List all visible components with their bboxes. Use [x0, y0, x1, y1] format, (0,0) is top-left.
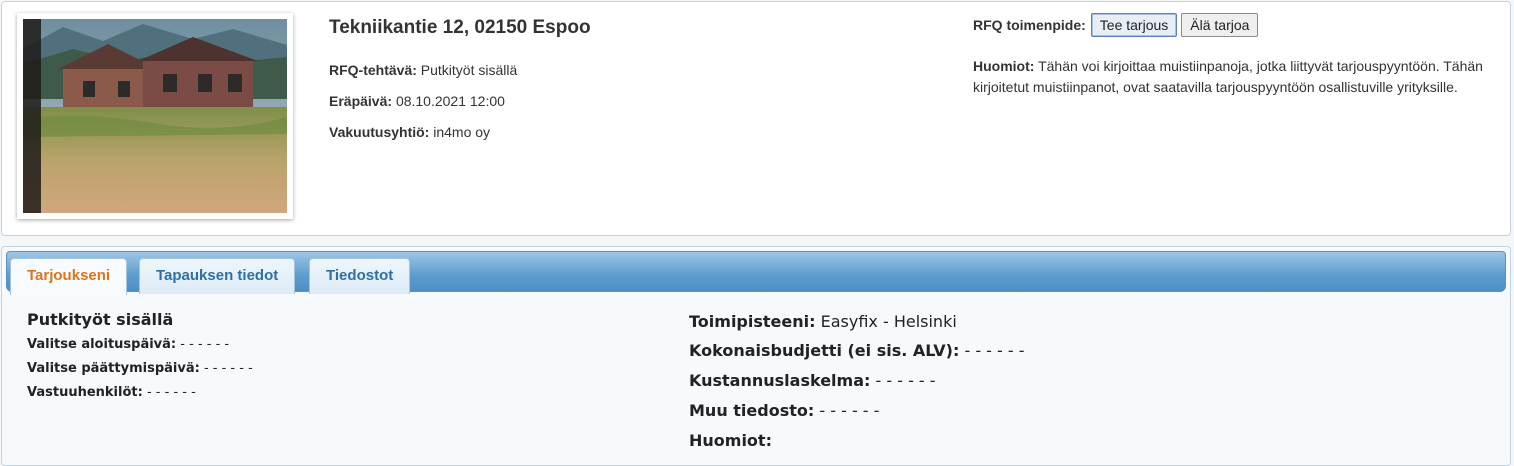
end-date-label: Valitse päättymispäivä: [27, 361, 200, 376]
other-file-row: Muu tiedosto: - - - - - - [689, 401, 879, 420]
end-date-value: - - - - - - [203, 361, 253, 376]
make-offer-button[interactable]: Tee tarjous [1090, 13, 1178, 37]
rfq-task-row: RFQ-tehtävä: Putkityöt sisällä [329, 62, 517, 78]
rfq-task-label: RFQ-tehtävä: [329, 62, 417, 78]
rfq-action-label: RFQ toimenpide: [973, 17, 1086, 33]
due-date-value: 08.10.2021 12:00 [395, 93, 505, 109]
property-address: Tekniikantie 12, 02150 Espoo [329, 17, 591, 38]
start-date-value: - - - - - - [180, 337, 230, 352]
responsible-label: Vastuuhenkilöt: [27, 385, 143, 400]
rfq-task-value: Putkityöt sisällä [420, 62, 518, 78]
offer-notes-label: Huomiot: [689, 431, 772, 450]
notes-text: Tähän voi kirjoittaa muistiinpanoja, jot… [973, 58, 1483, 95]
insurer-row: Vakuutusyhtiö: in4mo oy [329, 124, 490, 140]
office-value: Easyfix - Helsinki [820, 312, 957, 331]
cost-calc-label: Kustannuslaskelma: [689, 371, 871, 390]
tab-case-details[interactable]: Tapauksen tiedot [139, 258, 296, 294]
other-file-label: Muu tiedosto: [689, 401, 815, 420]
cost-calc-value: - - - - - - [875, 371, 936, 390]
insurer-label: Vakuutusyhtiö: [329, 124, 430, 140]
notes-block: Huomiot: Tähän voi kirjoittaa muistiinpa… [973, 56, 1493, 98]
offer-panel: Tarjoukseni Tapauksen tiedot Tiedostot P… [1, 246, 1511, 466]
budget-row: Kokonaisbudjetti (ei sis. ALV): - - - - … [689, 341, 1025, 360]
decline-offer-button[interactable]: Älä tarjoa [1181, 13, 1259, 37]
tab-my-offers[interactable]: Tarjoukseni [10, 258, 128, 295]
office-label: Toimipisteeni: [689, 312, 816, 331]
other-file-value: - - - - - - [819, 401, 880, 420]
property-photo-frame [17, 13, 293, 219]
property-photo [23, 19, 287, 213]
budget-label: Kokonaisbudjetti (ei sis. ALV): [689, 341, 960, 360]
offer-title: Putkityöt sisällä [27, 310, 174, 329]
due-date-label: Eräpäivä: [329, 93, 393, 109]
start-date-label: Valitse aloituspäivä: [27, 337, 177, 352]
notes-label: Huomiot: [973, 58, 1035, 74]
tab-files[interactable]: Tiedostot [309, 258, 411, 294]
offer-notes-row: Huomiot: [689, 431, 772, 450]
insurer-value: in4mo oy [433, 124, 491, 140]
rfq-action-group: RFQ toimenpide: Tee tarjous Älä tarjoa [973, 13, 1262, 37]
end-date-row: Valitse päättymispäivä: - - - - - - [27, 361, 253, 376]
rfq-summary-panel: Tekniikantie 12, 02150 Espoo RFQ-tehtävä… [1, 1, 1511, 236]
budget-value: - - - - - - [964, 341, 1025, 360]
cost-calc-row: Kustannuslaskelma: - - - - - - [689, 371, 936, 390]
responsible-value: - - - - - - [146, 385, 196, 400]
start-date-row: Valitse aloituspäivä: - - - - - - [27, 337, 229, 352]
responsible-row: Vastuuhenkilöt: - - - - - - [27, 385, 196, 400]
office-row: Toimipisteeni: Easyfix - Helsinki [689, 312, 957, 331]
due-date-row: Eräpäivä: 08.10.2021 12:00 [329, 93, 505, 109]
tab-bar: Tarjoukseni Tapauksen tiedot Tiedostot [6, 251, 1506, 295]
